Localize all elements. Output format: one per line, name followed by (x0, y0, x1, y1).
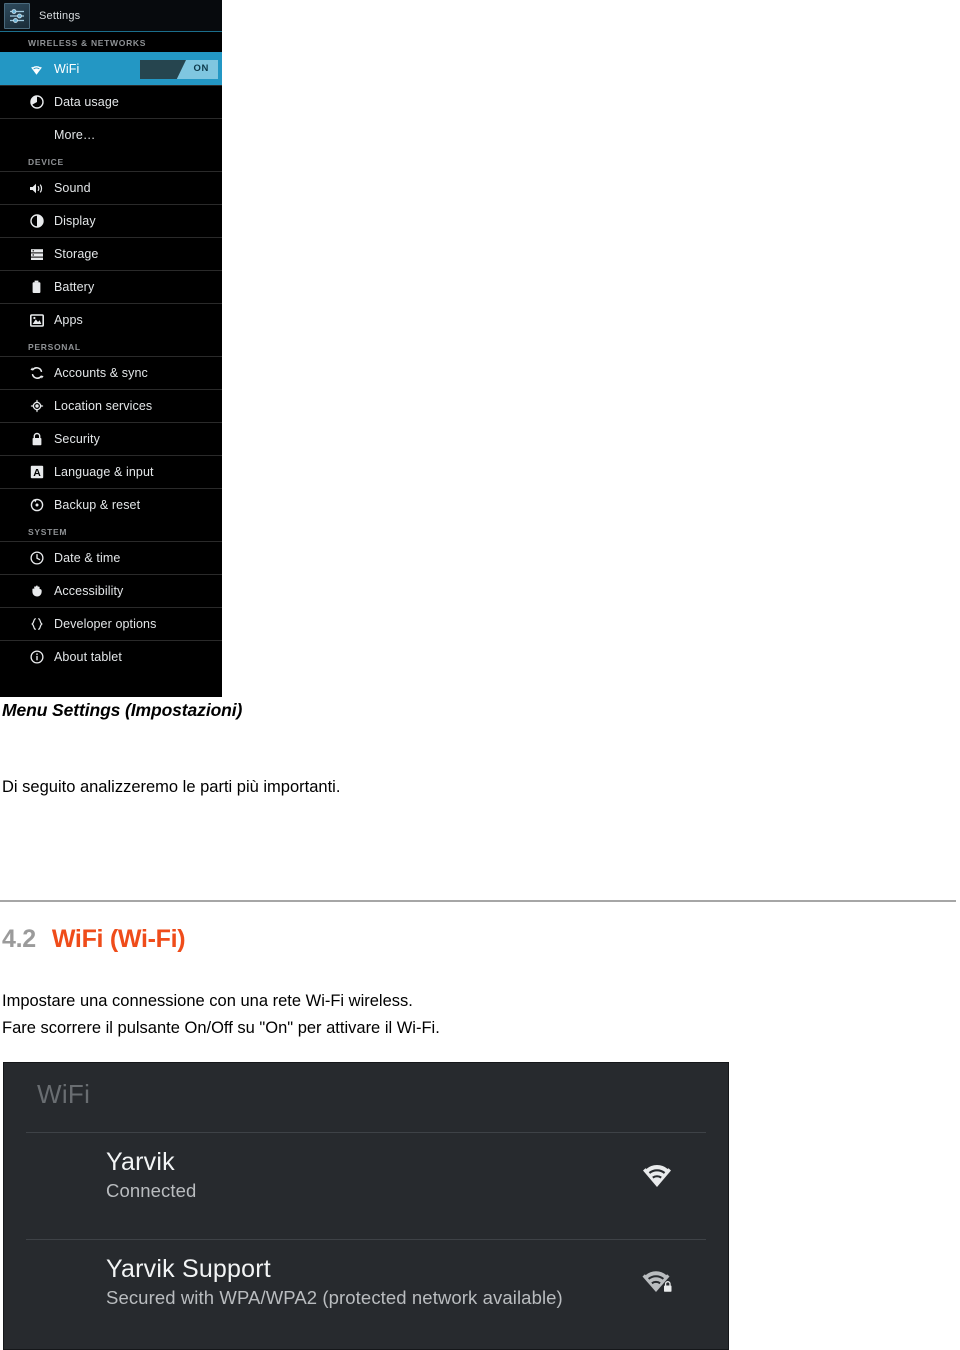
sidebar-item-label: Accessibility (54, 584, 124, 598)
info-icon (28, 649, 45, 666)
sidebar-item-label: WiFi (54, 62, 80, 76)
wifi-toggle[interactable]: ON (140, 60, 218, 79)
sidebar-item-label: Data usage (54, 95, 119, 109)
section-label-device: DEVICE (0, 151, 222, 171)
sidebar-item-about-tablet[interactable]: About tablet (0, 640, 222, 673)
sidebar-item-display[interactable]: Display (0, 204, 222, 237)
body-line-2: Fare scorrere il pulsante On/Off su "On"… (2, 1018, 440, 1037)
sidebar-item-label: Accounts & sync (54, 366, 148, 380)
wifi-panel-title: WiFi (37, 1079, 91, 1109)
sidebar-item-location-services[interactable]: Location services (0, 389, 222, 422)
sidebar-item-more[interactable]: More… (0, 118, 222, 151)
sidebar-item-label: Storage (54, 247, 99, 261)
network-ssid: Yarvik (106, 1148, 175, 1176)
sidebar-item-security[interactable]: Security (0, 422, 222, 455)
sidebar-item-language-input[interactable]: A Language & input (0, 455, 222, 488)
wifi-settings-screenshot: WiFi Yarvik Connected Yarvik Support Sec… (3, 1062, 729, 1350)
android-settings-screenshot: Settings WIRELESS & NETWORKS WiFi ON Dat… (0, 0, 222, 697)
sidebar-item-date-time[interactable]: Date & time (0, 541, 222, 574)
figure-caption: Menu Settings (Impostazioni) (2, 700, 243, 720)
sidebar-item-label: Sound (54, 181, 91, 195)
lock-icon (28, 431, 45, 448)
sidebar-item-storage[interactable]: Storage (0, 237, 222, 270)
network-status: Connected (106, 1180, 197, 1201)
sidebar-item-label: Date & time (54, 551, 121, 565)
page-title: WiFi (Wi-Fi) (51, 925, 186, 953)
sidebar-item-label: Battery (54, 280, 95, 294)
sidebar-item-label: Developer options (54, 617, 157, 631)
sidebar-item-label: Display (54, 214, 96, 228)
sidebar-item-apps[interactable]: Apps (0, 303, 222, 336)
brightness-icon (28, 213, 45, 230)
list-item[interactable]: Yarvik Support Secured with WPA/WPA2 (pr… (4, 1240, 728, 1324)
sidebar-item-accounts-sync[interactable]: Accounts & sync (0, 356, 222, 389)
wifi-signal-lock-icon (640, 1267, 674, 1297)
sidebar-item-sound[interactable]: Sound (0, 171, 222, 204)
sidebar-item-backup-reset[interactable]: Backup & reset (0, 488, 222, 521)
section-label-wireless: WIRELESS & NETWORKS (0, 32, 222, 52)
wifi-icon (28, 61, 45, 78)
body-paragraph: Impostare una connessione con una rete W… (2, 988, 722, 1041)
sidebar-item-label: Backup & reset (54, 498, 141, 512)
section-number: 4.2 (2, 925, 36, 953)
sidebar-item-label: Location services (54, 399, 153, 413)
settings-title-label: Settings (39, 9, 81, 22)
section-label-system: SYSTEM (0, 521, 222, 541)
sidebar-item-label: Language & input (54, 465, 154, 479)
speaker-icon (28, 180, 45, 197)
svg-text:A: A (33, 467, 41, 479)
sidebar-item-developer-options[interactable]: Developer options (0, 607, 222, 640)
list-item[interactable]: Yarvik Connected (4, 1133, 728, 1217)
section-heading: 4.2 WiFi (Wi-Fi) (2, 925, 186, 954)
sidebar-item-data-usage[interactable]: Data usage (0, 85, 222, 118)
apps-image-icon (28, 312, 45, 329)
network-status: Secured with WPA/WPA2 (protected network… (106, 1287, 563, 1308)
battery-icon (28, 279, 45, 296)
sync-icon (28, 365, 45, 382)
body-line-1: Impostare una connessione con una rete W… (2, 992, 413, 1010)
wifi-signal-icon (640, 1160, 674, 1190)
wifi-toggle-state: ON (193, 63, 209, 74)
sliders-icon (4, 2, 30, 29)
language-a-icon: A (28, 464, 45, 481)
no-icon (28, 127, 45, 144)
document-page: Settings WIRELESS & NETWORKS WiFi ON Dat… (0, 0, 960, 1350)
sidebar-item-label: More… (54, 128, 96, 142)
sidebar-item-wifi[interactable]: WiFi ON (0, 52, 222, 85)
sidebar-item-label: Apps (54, 313, 83, 327)
network-ssid: Yarvik Support (106, 1255, 271, 1283)
wifi-toggle-knob[interactable] (140, 60, 186, 79)
settings-titlebar: Settings (0, 0, 222, 32)
braces-icon (28, 616, 45, 633)
clock-icon (28, 550, 45, 567)
storage-icon (28, 246, 45, 263)
sidebar-item-label: About tablet (54, 650, 122, 664)
pie-chart-icon (28, 94, 45, 111)
intro-paragraph: Di seguito analizzeremo le parti più imp… (2, 778, 341, 796)
section-divider (0, 900, 956, 902)
sidebar-item-label: Security (54, 432, 100, 446)
sidebar-item-accessibility[interactable]: Accessibility (0, 574, 222, 607)
location-icon (28, 398, 45, 415)
backup-restore-icon (28, 497, 45, 514)
sidebar-item-battery[interactable]: Battery (0, 270, 222, 303)
hand-icon (28, 583, 45, 600)
section-label-personal: PERSONAL (0, 336, 222, 356)
